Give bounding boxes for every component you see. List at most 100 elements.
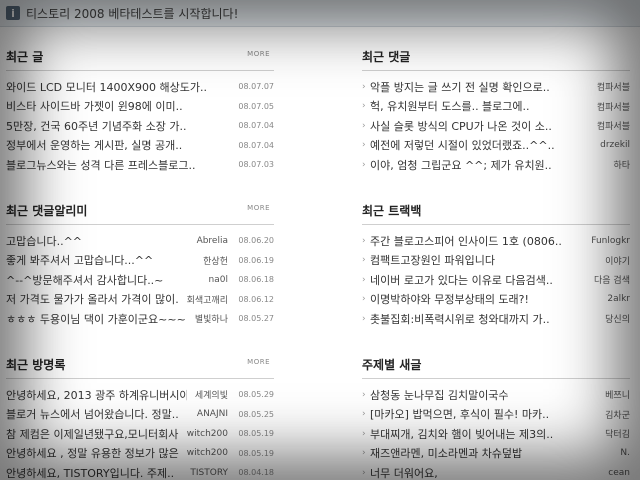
list-item[interactable]: › 촛불집회:비폭력시위로 청와대까지 가.. 당신의 xyxy=(362,309,630,329)
list-item[interactable]: › 예전에 저렇던 시절이 있었더랬죠..^^.. drzekil xyxy=(362,136,630,156)
list-item[interactable]: › 헉, 유치원부터 도스를.. 블로그에.. 컴파서블 xyxy=(362,97,630,117)
more-link[interactable]: MORE xyxy=(247,358,270,366)
notify-author[interactable]: na0l xyxy=(209,275,228,285)
notify-text[interactable]: 저 가격도 물가가 올라서 가격이 많이.. xyxy=(6,291,179,307)
topic-text[interactable]: 삼청동 눈나무집 김치말이국수 xyxy=(370,387,597,403)
list-item[interactable]: › 네이버 로고가 있다는 이유로 다음검색.. 다음 검색 xyxy=(362,270,630,290)
trackback-text[interactable]: 주간 블로고스피어 인사이드 1호 (0806.. xyxy=(370,233,583,249)
guestbook-text[interactable]: 안녕하세요, TISTORY입니다. 주제.. xyxy=(6,465,182,481)
notify-author[interactable]: Abrelia xyxy=(197,236,228,246)
post-title[interactable]: 와이드 LCD 모니터 1400X900 해상도가.. xyxy=(6,79,228,95)
list-item[interactable]: › 부대찌개, 김치와 햄이 빚어내는 제3의.. 닥터김 xyxy=(362,424,630,444)
list-item[interactable]: 고맙습니다..^^ Abrelia 08.06.20 xyxy=(6,231,274,251)
notify-author[interactable]: 회색고깨리 xyxy=(187,293,228,306)
notify-text[interactable]: 좋게 봐주셔서 고맙습니다...^^ xyxy=(6,252,195,268)
guestbook-text[interactable]: 블로거 뉴스에서 넘어왔습니다. 정말.. xyxy=(6,406,189,422)
list-item[interactable]: 저 가격도 물가가 올라서 가격이 많이.. 회색고깨리 08.06.12 xyxy=(6,290,274,310)
list-item[interactable]: 안녕하세요, 2013 광주 하계유니버시아.. 세계의빛 08.05.29 xyxy=(6,385,274,405)
guestbook-date: 08.05.19 xyxy=(238,448,274,458)
comment-author[interactable]: 하타 xyxy=(613,158,630,171)
topic-author[interactable]: 닥터김 xyxy=(605,427,630,440)
trackback-author[interactable]: Funlogkr xyxy=(591,236,630,246)
panel-header: 주제별 새글 xyxy=(362,352,630,379)
list-item[interactable]: 비스타 사이드바 가젯이 윈98에 이미.. 08.07.05 xyxy=(6,97,274,117)
topic-author[interactable]: N. xyxy=(620,448,630,458)
post-title[interactable]: 비스타 사이드바 가젯이 윈98에 이미.. xyxy=(6,98,228,114)
guestbook-author[interactable]: witch200 xyxy=(187,429,228,439)
bullet-icon: › xyxy=(362,120,366,131)
topic-text[interactable]: [마카오] 밥먹으면, 후식이 필수! 마카.. xyxy=(370,406,597,422)
notify-text[interactable]: ^--^방문해주셔서 감사합니다..~ xyxy=(6,272,201,288)
list-item[interactable]: 좋게 봐주셔서 고맙습니다...^^ 한상헌 08.06.19 xyxy=(6,251,274,271)
post-title[interactable]: 블로그뉴스와는 성격 다른 프레스블로그.. xyxy=(6,157,228,173)
comment-text[interactable]: 사실 슬롯 방식의 CPU가 나온 것이 소.. xyxy=(370,118,589,134)
notify-author[interactable]: 별빛하나 xyxy=(195,312,228,325)
guestbook-text[interactable]: 참 제컴은 이제일년됐구요,모니터회사.. xyxy=(6,426,179,442)
trackback-text[interactable]: 컴팩트고장원인 파워입니다 xyxy=(370,252,597,268)
guestbook-date: 08.05.25 xyxy=(238,409,274,419)
comment-text[interactable]: 이야, 엄청 그립군요 ^^; 제가 유치원.. xyxy=(370,157,605,173)
list-item[interactable]: ㅎㅎㅎ 두용이님 댁이 가훈이군요~~~.. 별빛하나 08.05.27 xyxy=(6,309,274,329)
guestbook-text[interactable]: 안녕하세요, 2013 광주 하계유니버시아.. xyxy=(6,387,187,403)
topic-author[interactable]: 베쯔니 xyxy=(605,388,630,401)
notice-text[interactable]: 티스토리 2008 베타테스트를 시작합니다! xyxy=(26,5,238,22)
post-date: 08.07.03 xyxy=(238,160,274,170)
comment-author[interactable]: 컴파서블 xyxy=(597,80,630,93)
notice-bar[interactable]: i 티스토리 2008 베타테스트를 시작합니다! xyxy=(0,0,640,27)
list-item[interactable]: › 사실 슬롯 방식의 CPU가 나온 것이 소.. 컴파서블 xyxy=(362,116,630,136)
list-item[interactable]: 정부에서 운영하는 게시판, 실명 공개.. 08.07.04 xyxy=(6,136,274,156)
guestbook-author[interactable]: witch200 xyxy=(187,448,228,458)
guestbook-author[interactable]: TISTORY xyxy=(190,468,228,478)
topic-text[interactable]: 너무 더워어요, xyxy=(370,465,600,481)
list-item[interactable]: › [마카오] 밥먹으면, 후식이 필수! 마카.. 김차군 xyxy=(362,405,630,425)
list-item[interactable]: › 이명박하야와 무정부상태의 도래?! 2alkr xyxy=(362,290,630,310)
panel-title: 최근 글 xyxy=(6,50,44,64)
topic-author[interactable]: 김차군 xyxy=(605,408,630,421)
panel-header: 최근 글 MORE xyxy=(6,44,274,71)
topic-text[interactable]: 부대찌개, 김치와 햄이 빚어내는 제3의.. xyxy=(370,426,597,442)
info-icon: i xyxy=(6,6,20,20)
trackback-text[interactable]: 네이버 로고가 있다는 이유로 다음검색.. xyxy=(370,272,586,288)
notify-date: 08.06.19 xyxy=(238,255,274,265)
topic-author[interactable]: cean xyxy=(608,468,630,478)
notify-text[interactable]: 고맙습니다..^^ xyxy=(6,233,189,249)
guestbook-author[interactable]: 세계의빛 xyxy=(195,388,228,401)
list-item[interactable]: › 악플 방지는 글 쓰기 전 실명 확인으로.. 컴파서블 xyxy=(362,77,630,97)
notify-author[interactable]: 한상헌 xyxy=(203,254,228,267)
trackback-author[interactable]: 다음 검색 xyxy=(594,273,630,286)
guestbook-text[interactable]: 안녕하세요 , 정말 유용한 정보가 많은.. xyxy=(6,445,179,461)
bullet-icon: › xyxy=(362,101,366,112)
list-item[interactable]: 참 제컴은 이제일년됐구요,모니터회사.. witch200 08.05.19 xyxy=(6,424,274,444)
trackback-text[interactable]: 촛불집회:비폭력시위로 청와대까지 가.. xyxy=(370,311,597,327)
guestbook-author[interactable]: ANAJNI xyxy=(197,409,228,419)
list-item[interactable]: 와이드 LCD 모니터 1400X900 해상도가.. 08.07.07 xyxy=(6,77,274,97)
more-link[interactable]: MORE xyxy=(247,204,270,212)
comment-author[interactable]: drzekil xyxy=(600,140,630,150)
trackback-text[interactable]: 이명박하야와 무정부상태의 도래?! xyxy=(370,291,599,307)
bullet-icon: › xyxy=(362,409,366,420)
trackback-author[interactable]: 이야기 xyxy=(605,254,630,267)
recent-comments-panel: 최근 댓글 › 악플 방지는 글 쓰기 전 실명 확인으로.. 컴파서블 › 헉, 유… xyxy=(362,44,630,175)
list-item[interactable]: 안녕하세요 , 정말 유용한 정보가 많은.. witch200 08.05.19 xyxy=(6,444,274,464)
trackback-author[interactable]: 당신의 xyxy=(605,312,630,325)
post-title[interactable]: 5만장, 건국 60주년 기념주화 소장 가.. xyxy=(6,118,228,134)
list-item[interactable]: › 삼청동 눈나무집 김치말이국수 베쯔니 xyxy=(362,385,630,405)
comment-text[interactable]: 악플 방지는 글 쓰기 전 실명 확인으로.. xyxy=(370,79,589,95)
list-item[interactable]: › 재즈앤라멘, 미소라멘과 차슈덮밥 N. xyxy=(362,444,630,464)
topic-text[interactable]: 재즈앤라멘, 미소라멘과 차슈덮밥 xyxy=(370,445,612,461)
comment-text[interactable]: 헉, 유치원부터 도스를.. 블로그에.. xyxy=(370,98,589,114)
list-item[interactable]: 블로거 뉴스에서 넘어왔습니다. 정말.. ANAJNI 08.05.25 xyxy=(6,405,274,425)
post-title[interactable]: 정부에서 운영하는 게시판, 실명 공개.. xyxy=(6,137,228,153)
list-item[interactable]: › 이야, 엄청 그립군요 ^^; 제가 유치원.. 하타 xyxy=(362,155,630,175)
list-item[interactable]: › 주간 블로고스피어 인사이드 1호 (0806.. Funlogkr xyxy=(362,231,630,251)
notify-text[interactable]: ㅎㅎㅎ 두용이님 댁이 가훈이군요~~~.. xyxy=(6,311,187,327)
more-link[interactable]: MORE xyxy=(247,50,270,58)
list-item[interactable]: › 컴팩트고장원인 파워입니다 이야기 xyxy=(362,251,630,271)
comment-text[interactable]: 예전에 저렇던 시절이 있었더랬죠..^^.. xyxy=(370,137,592,153)
comment-author[interactable]: 컴파서블 xyxy=(597,119,630,132)
list-item[interactable]: 블로그뉴스와는 성격 다른 프레스블로그.. 08.07.03 xyxy=(6,155,274,175)
comment-author[interactable]: 컴파서블 xyxy=(597,100,630,113)
trackback-author[interactable]: 2alkr xyxy=(607,294,630,304)
list-item[interactable]: ^--^방문해주셔서 감사합니다..~ na0l 08.06.18 xyxy=(6,270,274,290)
list-item[interactable]: 5만장, 건국 60주년 기념주화 소장 가.. 08.07.04 xyxy=(6,116,274,136)
